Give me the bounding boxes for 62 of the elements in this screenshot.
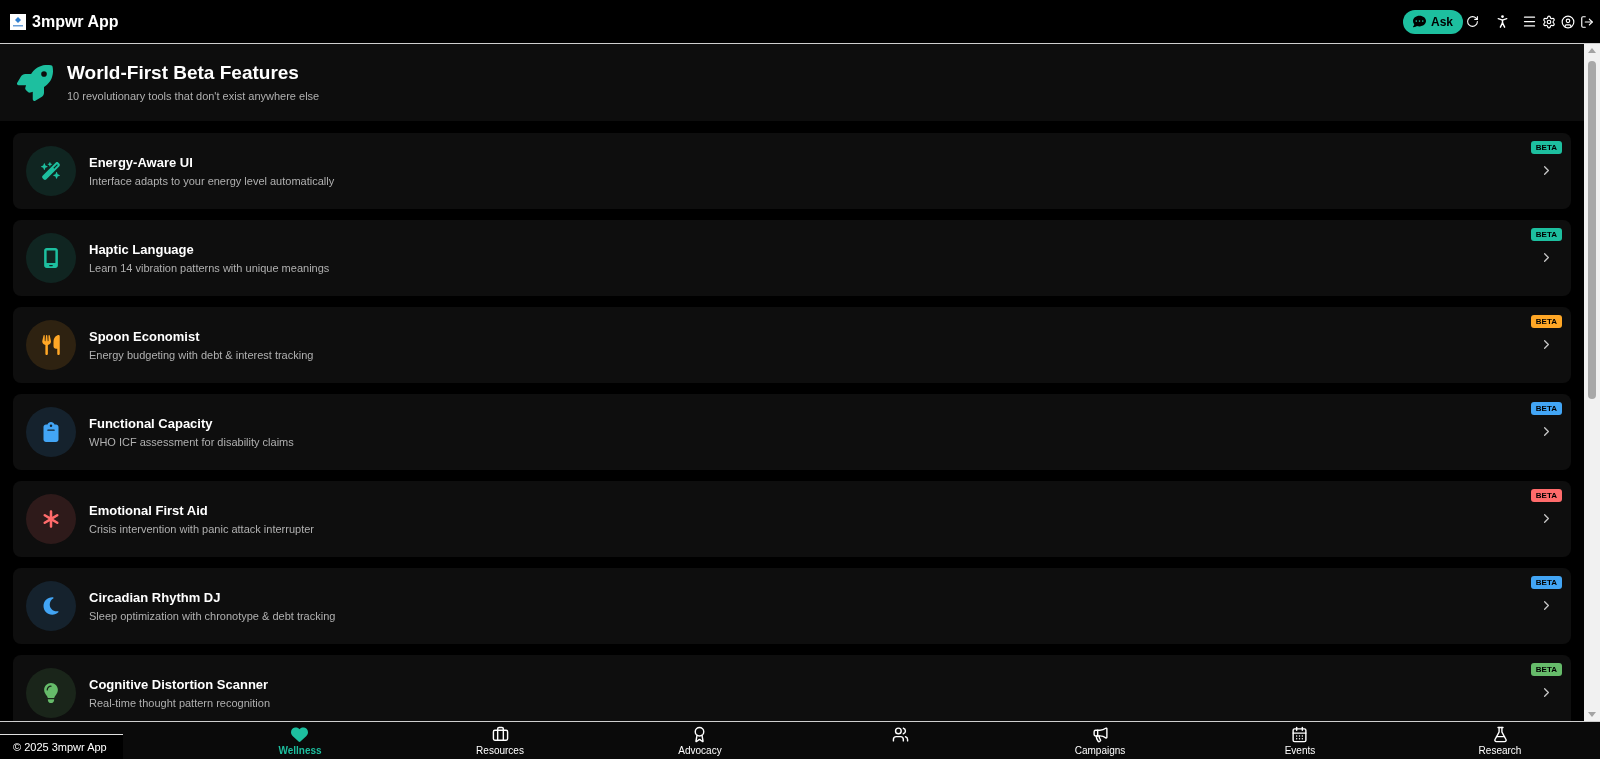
beta-badge: BETA [1530, 576, 1562, 589]
magic-wand-icon [26, 146, 76, 196]
settings-icon[interactable] [1542, 14, 1556, 29]
phone-icon [26, 233, 76, 283]
beta-badge: BETA [1530, 315, 1562, 328]
feature-title: Spoon Economist [89, 328, 201, 345]
feature-card[interactable]: Functional Capacity WHO ICF assessment for disability claims BETA [13, 394, 1571, 470]
ask-button[interactable]: Ask [1403, 9, 1463, 34]
feature-description: Energy budgeting with debt & interest tracking [89, 347, 315, 362]
feature-title: Functional Capacity [89, 415, 214, 432]
feature-description: Crisis intervention with panic attack interrupter [89, 521, 315, 536]
feature-title: Energy-Aware UI [89, 154, 194, 171]
clipboard-icon [26, 407, 76, 457]
feature-description: Learn 14 vibration patterns with unique meanings [89, 260, 331, 275]
app-title: 3mpwr App [32, 11, 119, 32]
section-title: World-First Beta Features [67, 62, 300, 84]
nav-tab[interactable]: Wellness [278, 722, 322, 759]
refresh-icon[interactable] [1466, 15, 1479, 28]
beta-badge: BETA [1530, 402, 1562, 415]
feature-title: Cognitive Distortion Scanner [89, 676, 270, 693]
rocket-icon [17, 64, 53, 101]
copyright-text: © 2025 3mpwr App [0, 734, 123, 759]
logo-icon[interactable] [10, 13, 26, 30]
megaphone-icon [1091, 726, 1109, 743]
feature-title: Emotional First Aid [89, 502, 209, 519]
lightbulb-icon [26, 668, 76, 718]
beta-badge: BETA [1530, 663, 1562, 676]
feature-card[interactable]: Circadian Rhythm DJ Sleep optimization with chronotype & debt tracking BETA [13, 568, 1571, 644]
briefcase-icon [491, 726, 509, 743]
feature-description: WHO ICF assessment for disability claims [89, 434, 295, 449]
feature-title: Haptic Language [89, 241, 195, 258]
scrollbar-thumb[interactable] [1588, 61, 1596, 399]
feature-card[interactable]: Haptic Language Learn 14 vibration patterns with unique meanings BETA [13, 220, 1571, 296]
feature-description: Sleep optimization with chronotype & debt tracking [89, 608, 337, 623]
section-subtitle: 10 revolutionary tools that don't exist anywhere else [67, 90, 320, 103]
feature-description: Interface adapts to your energy level automatically [89, 173, 336, 188]
logout-icon[interactable] [1580, 14, 1594, 29]
nav-tab[interactable]: Campaigns [1074, 722, 1126, 759]
scrollbar-track[interactable] [1584, 44, 1600, 721]
nav-tab[interactable]: Events [1284, 722, 1316, 759]
feature-title: Circadian Rhythm DJ [89, 589, 222, 606]
beta-badge: BETA [1530, 141, 1562, 154]
moon-icon [26, 581, 76, 631]
fork-knife-icon [26, 320, 76, 370]
nav-tab[interactable]: Advocacy [678, 722, 722, 759]
menu-icon[interactable] [1522, 14, 1537, 29]
nav-tab[interactable]: Research [1478, 722, 1522, 759]
feature-card[interactable]: Cognitive Distortion Scanner Real-time thought pattern recognition BETA [13, 655, 1571, 721]
people-icon [891, 726, 909, 743]
beta-badge: BETA [1530, 228, 1562, 241]
calendar-icon [1291, 726, 1309, 743]
beta-badge: BETA [1530, 489, 1562, 502]
feature-description: Real-time thought pattern recognition [89, 695, 271, 710]
flask-icon [1491, 726, 1509, 743]
chat-bubble-icon [1413, 15, 1426, 28]
nav-tab[interactable]: Resources [476, 722, 524, 759]
feature-card[interactable]: Emotional First Aid Crisis intervention with panic attack interrupter BETA [13, 481, 1571, 557]
feature-card[interactable]: Spoon Economist Energy budgeting with debt & interest tracking BETA [13, 307, 1571, 383]
asterisk-icon [26, 494, 76, 544]
heart-icon [291, 726, 309, 743]
feature-card[interactable]: Energy-Aware UI Interface adapts to your energy level automatically BETA [13, 133, 1571, 209]
user-icon[interactable] [1561, 14, 1575, 29]
